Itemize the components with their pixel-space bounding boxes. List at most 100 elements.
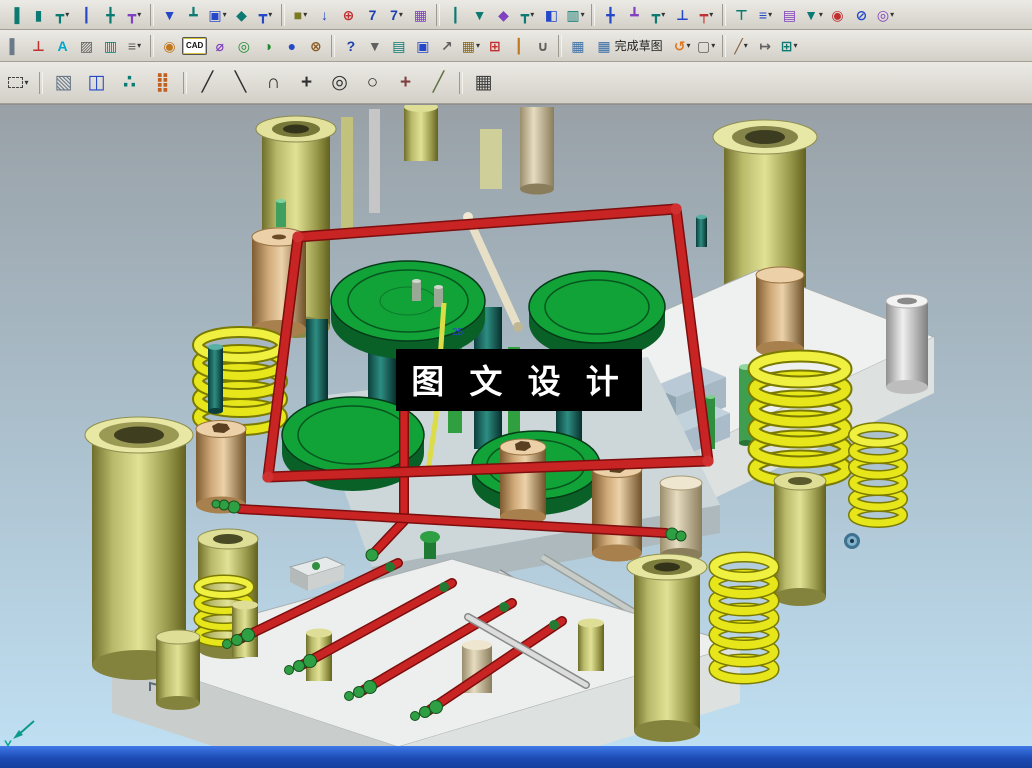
add-grid-icon[interactable]: ⊞ ▾ [778,34,801,58]
list-tool-icon[interactable]: ≡ ▾ [754,3,777,27]
layer-settings-icon[interactable]: ▦ ▾ [459,34,482,58]
sketch-grid-icon[interactable]: ▦ [566,34,589,58]
dot-tool-icon[interactable]: ◉ [826,3,849,27]
dropdown-arrow-icon: ▾ [268,10,273,19]
guide-pillar-bottom-right [626,553,708,742]
concentric-circle-tool-icon-glyph: ◎ [331,72,348,93]
orient-arrow-icon[interactable]: ↗ [435,34,458,58]
drop-tool-icon[interactable]: ↓ [313,3,336,27]
extend-arrow-icon[interactable]: ↦ [754,34,777,58]
diameter-dim-icon[interactable]: ⌀ [208,34,231,58]
stud-tool-icon[interactable]: ┃ [75,3,98,27]
tolerance-icon-glyph: ⊞ [488,37,501,54]
wedge-tool-icon[interactable]: ▼ [468,3,491,27]
cross-bolt-tool-icon[interactable]: ╋ [599,3,622,27]
snapshot-icon[interactable]: ▣ [411,34,434,58]
dowel-pin-tool-icon[interactable]: ┻ [182,3,205,27]
sketch-grid-icon-glyph: ▦ [571,37,585,54]
cross-pin-tool-icon[interactable]: ╋ [99,3,122,27]
plug-tool-icon[interactable]: ■ ▾ [289,3,312,27]
partial-leading-icon[interactable]: ▌ [3,34,26,58]
point-cluster-icon[interactable]: ∴ [114,66,145,100]
tolerance-icon[interactable]: ⊞ [483,34,506,58]
snapshot-icon-glyph: ▣ [416,37,430,54]
disc-tool-icon[interactable]: ◎ ▾ [874,3,897,27]
rod-tool-icon-glyph: ┃ [451,6,460,23]
tri-tool-icon[interactable]: ▼ ▾ [802,3,825,27]
null-tool-icon[interactable]: ⊘ [850,3,873,27]
rod-tool-icon[interactable]: ┃ [444,3,467,27]
drop-tool-icon-glyph: ↓ [321,6,328,23]
concentric-circle-tool-icon[interactable]: ◎ [324,66,355,100]
hex-screw-center [499,438,547,525]
plus-tool-icon[interactable]: + [390,66,421,100]
diamond-pin-tool-icon[interactable]: ◆ [230,3,253,27]
filter-icon[interactable]: ▼ [363,34,386,58]
viewport-3d[interactable]: 25 图 文 设 计 Y [0,104,1032,746]
washer-tool-icon[interactable]: ▼ [158,3,181,27]
top-tool-icon[interactable]: ⊤ [730,3,753,27]
pen-tool-icon-glyph: ╱ [734,37,743,54]
line-tool-icon[interactable]: ╱ [192,66,223,100]
columns-view-icon[interactable]: ▥ [99,34,122,58]
tee-bolt-tool-icon[interactable]: ┳ ▾ [516,3,539,27]
finish-sketch-button[interactable]: ▦ 完成草图 [590,34,669,58]
rectangle-select-tool[interactable]: ▾ [3,66,34,100]
rows-tool-icon-glyph: ▤ [782,6,797,23]
polyline-tool-icon[interactable]: ╲ [225,66,256,100]
display-style-icon[interactable]: ▢ ▾ [695,34,718,58]
target-point-icon[interactable]: ◉ [158,34,181,58]
partial-leading-icon-glyph: ▌ [9,37,20,54]
tri-tool-icon-glyph: ▼ [804,6,818,23]
half-block-tool-icon[interactable]: ◧ [540,3,563,27]
cap-screw-tool-icon[interactable]: ┳ ▾ [51,3,74,27]
remove-feature-icon[interactable]: ⊗ [304,34,327,58]
counterbore-tool-icon[interactable]: ┳ ▾ [123,3,146,27]
sketch-undo-icon[interactable]: ↺ ▾ [671,34,694,58]
pin-vertical-icon[interactable]: ┃ [507,34,530,58]
gem-pin-tool-icon[interactable]: ◆ [492,3,515,27]
render-sphere-icon[interactable]: ● [280,34,303,58]
wireframe-cube-icon[interactable]: ◫ [81,66,112,100]
visual-check-icon[interactable]: ◎ [232,34,255,58]
column-tool-icon[interactable]: ▥ ▾ [564,3,587,27]
insert-block-tool-icon[interactable]: ▣ ▾ [206,3,229,27]
snap-grid-icon[interactable]: ▦ [468,66,499,100]
pen-tool-icon[interactable]: ╱ ▾ [730,34,753,58]
screw-tool-icon[interactable]: ▮ [27,3,50,27]
perp-tool-icon[interactable]: ⊥ [671,3,694,27]
display-style-icon-glyph: ▢ [696,37,711,54]
dowel-pin-tool-icon-glyph: ┻ [189,6,198,23]
datum-corner-icon[interactable]: ⊥ [27,34,50,58]
ring-tool-icon[interactable]: ⊕ [337,3,360,27]
chamfer-tool-icon[interactable]: ╱ [423,66,454,100]
hatch-tool-icon[interactable]: ▨ [75,34,98,58]
arc-snap-icon[interactable]: ∪ [531,34,554,58]
grid-plate-tool-icon[interactable]: ▦ [409,3,432,27]
texture-patch-icon[interactable]: ⣿ [147,66,178,100]
tee-alt-tool-icon[interactable]: ┳ ▾ [647,3,670,27]
cross-pin-tool-icon-glyph: ╋ [106,6,115,23]
step-pin-tool-icon[interactable]: 7 [361,3,384,27]
text-tool-icon-glyph: A [57,37,68,54]
snap-grid-icon-glyph: ▦ [474,72,493,93]
rows-tool-icon[interactable]: ▤ [778,3,801,27]
shaded-cube-icon[interactable]: ▧ [48,66,79,100]
cad-reader-badge[interactable]: CAD [182,36,208,55]
menu-list-icon[interactable]: ≡ ▾ [123,34,146,58]
arc-tool-icon[interactable]: ∩ [258,66,289,100]
point-tool-icon[interactable]: + [291,66,322,100]
row-view-icon[interactable]: ▤ [387,34,410,58]
anchor-tool-icon[interactable]: ┻ [623,3,646,27]
tee-alt-tool-icon-glyph: ┳ [651,6,661,23]
section-view-icon[interactable]: ◑ [256,34,279,58]
sleeve-tool-icon[interactable]: ┳ ▾ [254,3,277,27]
toolbar-overflow-icon[interactable]: ▐ [3,3,26,27]
tbar-tool-icon[interactable]: ┯ ▾ [695,3,718,27]
visual-check-icon-glyph: ◎ [237,37,250,54]
circle-tool-icon[interactable]: ○ [357,66,388,100]
step-pin-alt-tool-icon[interactable]: 7 ▾ [385,3,408,27]
context-help-icon[interactable]: ? [339,34,362,58]
text-tool-icon[interactable]: A [51,34,74,58]
toolbar-separator [722,3,726,26]
